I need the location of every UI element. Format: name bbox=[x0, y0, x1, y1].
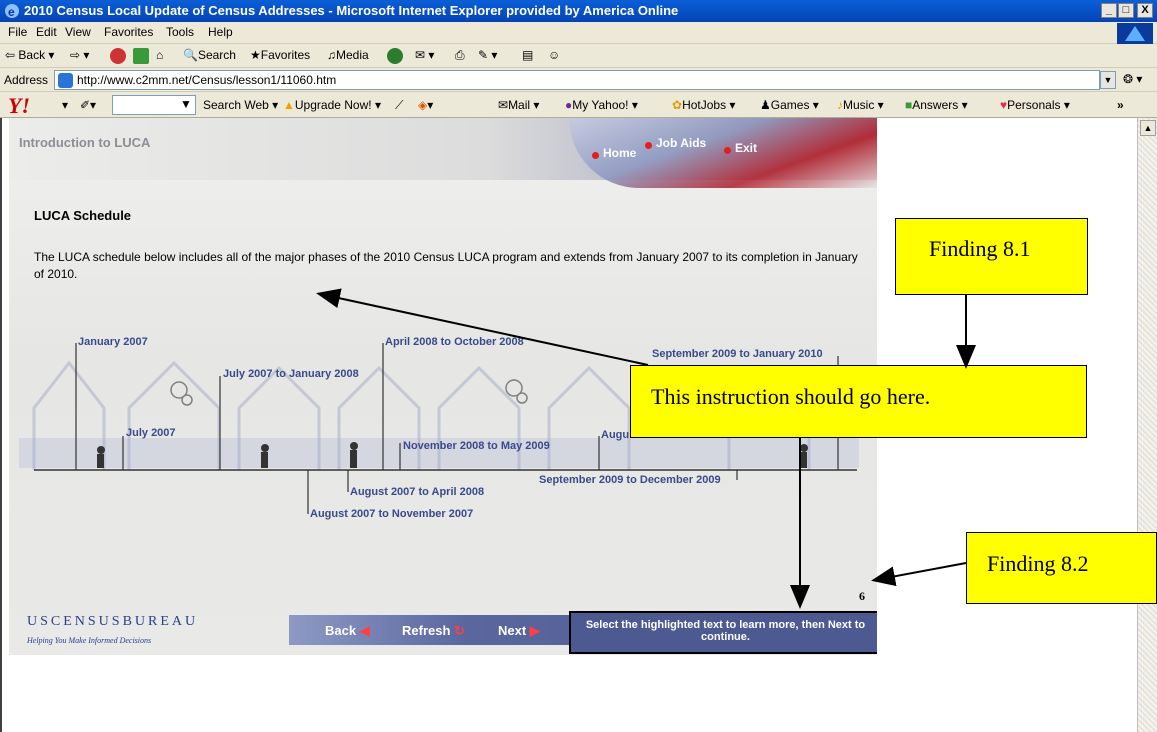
media-icon: ♫ bbox=[327, 48, 336, 62]
search-dropdown-button[interactable]: ▼ bbox=[180, 97, 192, 111]
timeline-label-jul-2007[interactable]: July 2007 bbox=[126, 427, 176, 439]
yahoo-logo[interactable]: Y! bbox=[8, 93, 30, 119]
back-nav-button[interactable]: Back ◀ bbox=[325, 623, 370, 639]
mail-icon: ✉ bbox=[498, 98, 509, 112]
answers-button[interactable]: ■Answers ▾ bbox=[905, 98, 968, 112]
window-title: 2010 Census Local Update of Census Addre… bbox=[24, 3, 679, 18]
finding-8-2-callout: Finding 8.2 bbox=[966, 532, 1157, 604]
back-arrow-icon: ⇦ bbox=[5, 48, 16, 62]
instruction-text: Select the highlighted text to learn mor… bbox=[569, 611, 877, 654]
timeline-label-aug-partial[interactable]: Augu bbox=[601, 429, 629, 441]
music-button[interactable]: ♪Music ▾ bbox=[837, 98, 884, 112]
media-button[interactable]: ♫Media bbox=[327, 48, 369, 62]
messenger-button[interactable]: ☺ bbox=[548, 48, 560, 62]
favorites-button[interactable]: ★Favorites bbox=[250, 48, 310, 62]
vertical-scrollbar[interactable]: ▲ bbox=[1137, 118, 1157, 732]
pencil-icon[interactable]: ✐▾ bbox=[80, 98, 96, 112]
census-bureau-logo: USCENSUSBUREAU bbox=[27, 614, 199, 629]
address-url: http://www.c2mm.net/Census/lesson1/11060… bbox=[77, 73, 337, 87]
menu-help[interactable]: Help bbox=[208, 25, 233, 39]
title-bar: e 2010 Census Local Update of Census Add… bbox=[0, 0, 1157, 22]
address-label: Address bbox=[4, 73, 49, 87]
stop-button[interactable] bbox=[110, 48, 128, 64]
timeline-label-apr-2008-oct-2008[interactable]: April 2008 to October 2008 bbox=[385, 336, 524, 348]
maximize-button[interactable]: □ bbox=[1118, 3, 1134, 18]
minimize-button[interactable]: _ bbox=[1101, 3, 1117, 18]
svg-text:e: e bbox=[8, 5, 15, 19]
target-icon[interactable]: ◈▾ bbox=[418, 98, 433, 112]
menu-bar: File Edit View Favorites Tools Help bbox=[0, 22, 1157, 45]
my-yahoo-button[interactable]: ●My Yahoo! ▾ bbox=[565, 98, 638, 112]
address-bar: Address http://www.c2mm.net/Census/lesso… bbox=[0, 68, 1157, 92]
highlight-icon[interactable]: ⟋ bbox=[395, 98, 403, 113]
warning-icon: ▲ bbox=[283, 98, 295, 112]
ie-window-icon: e bbox=[4, 3, 20, 19]
timeline-label-nov-2008-may-2009[interactable]: November 2008 to May 2009 bbox=[403, 440, 550, 452]
toolbar-extra-icon[interactable]: ❂ ▾ bbox=[1123, 72, 1142, 86]
yahoo-mail-button[interactable]: ✉Mail ▾ bbox=[498, 98, 539, 112]
timeline-label-sep-2009-jan-2010[interactable]: September 2009 to January 2010 bbox=[652, 348, 823, 360]
menu-tools[interactable]: Tools bbox=[166, 25, 194, 39]
discuss-button[interactable]: ▤ bbox=[522, 48, 533, 62]
more-chevron-icon[interactable]: » bbox=[1117, 98, 1124, 112]
hotjobs-icon: ✿ bbox=[672, 98, 683, 112]
personals-button[interactable]: ♥Personals ▾ bbox=[1000, 98, 1070, 112]
scroll-up-button[interactable]: ▲ bbox=[1140, 120, 1156, 136]
address-dropdown-button[interactable]: ▼ bbox=[1100, 71, 1116, 89]
refresh-button[interactable] bbox=[133, 48, 151, 64]
yahoo-menu-arrow[interactable]: ▾ bbox=[62, 98, 68, 112]
upgrade-button[interactable]: ▲Upgrade Now! ▾ bbox=[283, 98, 381, 112]
games-icon: ♟ bbox=[760, 98, 771, 112]
yahoo-toolbar: Y! ▾ ✐▾ ▼ Search Web ▾ ▲Upgrade Now! ▾ ⟋… bbox=[0, 92, 1157, 118]
menu-edit[interactable]: Edit bbox=[36, 25, 57, 39]
refresh-icon: ↻ bbox=[454, 623, 465, 638]
refresh-nav-button[interactable]: Refresh ↻ bbox=[402, 623, 465, 639]
edit-button[interactable]: ✎ ▾ bbox=[478, 48, 497, 62]
page-number: 6 bbox=[859, 589, 865, 603]
timeline-label-sep-2009-dec-2009[interactable]: September 2009 to December 2009 bbox=[539, 474, 721, 486]
standard-toolbar: ⇦ Back ▾ ⇨ ▾ ⌂ 🔍Search ★Favorites ♫Media… bbox=[0, 44, 1157, 68]
timeline-label-aug-2007-nov-2007[interactable]: August 2007 to November 2007 bbox=[310, 508, 473, 520]
finding-8-1-callout: Finding 8.1 bbox=[895, 218, 1088, 295]
instruction-note-callout: This instruction should go here. bbox=[630, 365, 1087, 438]
page-icon bbox=[58, 73, 73, 88]
back-button[interactable]: ⇦ Back ▾ bbox=[5, 48, 54, 62]
menu-view[interactable]: View bbox=[65, 25, 91, 39]
windows-logo-icon bbox=[1117, 23, 1153, 45]
search-icon: 🔍 bbox=[183, 48, 198, 62]
hotjobs-button[interactable]: ✿HotJobs ▾ bbox=[672, 98, 735, 112]
search-web-button[interactable]: Search Web ▾ bbox=[203, 98, 278, 112]
back-arrow-icon: ◀ bbox=[359, 623, 370, 638]
timeline-label-jan-2007[interactable]: January 2007 bbox=[78, 336, 148, 348]
search-button[interactable]: 🔍Search bbox=[183, 48, 236, 62]
star-icon: ★ bbox=[250, 48, 261, 62]
timeline-label-jul-2007-jan-2008[interactable]: July 2007 to January 2008 bbox=[223, 368, 359, 380]
menu-favorites[interactable]: Favorites bbox=[104, 25, 153, 39]
close-button[interactable]: X bbox=[1137, 3, 1153, 18]
next-nav-button[interactable]: Next ▶ bbox=[498, 623, 540, 639]
print-button[interactable]: ⎙ bbox=[455, 48, 465, 63]
games-button[interactable]: ♟Games ▾ bbox=[760, 98, 819, 112]
mail-button[interactable]: ✉ ▾ bbox=[415, 48, 434, 62]
address-field[interactable]: http://www.c2mm.net/Census/lesson1/11060… bbox=[54, 70, 1100, 90]
census-bureau-tagline: Helping You Make Informed Decisions bbox=[27, 636, 152, 645]
history-button[interactable] bbox=[387, 48, 405, 64]
menu-file[interactable]: File bbox=[8, 25, 27, 39]
next-arrow-icon: ▶ bbox=[529, 623, 540, 638]
home-button[interactable]: ⌂ bbox=[156, 48, 163, 62]
forward-button[interactable]: ⇨ ▾ bbox=[70, 48, 89, 62]
timeline-label-aug-2007-apr-2008[interactable]: August 2007 to April 2008 bbox=[350, 486, 484, 498]
